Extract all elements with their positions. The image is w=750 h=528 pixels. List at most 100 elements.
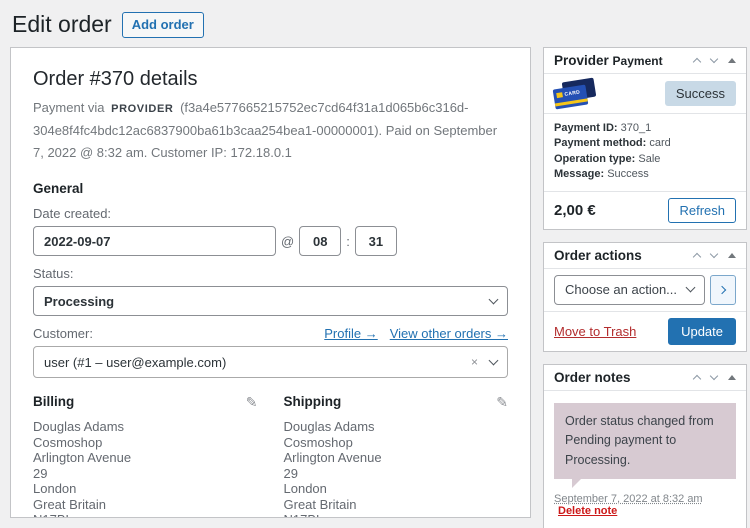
move-up-icon[interactable] [693, 375, 701, 383]
panel-handle-actions [694, 251, 736, 260]
customer-links: Profile → View other orders → [324, 326, 508, 341]
hour-input[interactable] [299, 226, 341, 256]
panel-handle-actions [694, 56, 736, 65]
order-note: Order status changed from Pending paymen… [554, 403, 736, 517]
chevron-right-icon [718, 286, 726, 294]
note-text: Order status changed from Pending paymen… [554, 403, 736, 479]
edit-billing-icon[interactable]: ✎ [246, 395, 258, 409]
shipping-section: Shipping ✎ Douglas Adams Cosmoshop Arlin… [284, 394, 509, 518]
payment-via-text: Payment via PROVIDER (f3a4e577665215752e… [33, 97, 508, 165]
payment-via-prefix: Payment via [33, 100, 105, 115]
page-title: Edit order [12, 10, 112, 40]
status-selected-value: Processing [44, 294, 114, 309]
payment-details: Payment ID: 370_1 Payment method: card O… [544, 114, 746, 191]
move-up-icon[interactable] [693, 58, 701, 66]
move-down-icon[interactable] [710, 372, 718, 380]
payment-status-badge: Success [665, 81, 736, 106]
clear-customer-icon[interactable]: × [471, 355, 478, 369]
status-select[interactable]: Processing [33, 286, 508, 316]
content-layout: Order #370 details Payment via PROVIDER … [10, 47, 750, 528]
date-created-label: Date created: [33, 206, 508, 221]
move-down-icon[interactable] [710, 55, 718, 63]
payment-panel-title: Provider Payment [554, 53, 663, 68]
toggle-panel-icon[interactable] [728, 375, 736, 380]
shipping-header: Shipping ✎ [284, 394, 509, 409]
payment-panel-header: Provider Payment [544, 48, 746, 74]
order-actions-panel: Order actions Choose an action... Move [543, 242, 747, 352]
billing-section: Billing ✎ Douglas Adams Cosmoshop Arling… [33, 394, 258, 518]
at-symbol: @ [281, 234, 294, 249]
order-notes-panel: Order notes Order status changed from Pe… [543, 364, 747, 528]
action-select-row: Choose an action... [544, 269, 746, 311]
order-notes-header: Order notes [544, 365, 746, 391]
minute-input[interactable] [355, 226, 397, 256]
order-actions-header: Order actions [544, 243, 746, 269]
profile-link[interactable]: Profile → [324, 326, 377, 341]
order-notes-title: Order notes [554, 370, 631, 385]
address-line: Douglas Adams [33, 419, 258, 435]
addresses-section: Billing ✎ Douglas Adams Cosmoshop Arling… [33, 394, 508, 518]
order-action-select[interactable]: Choose an action... [554, 275, 705, 305]
view-other-orders-link[interactable]: View other orders → [390, 326, 508, 341]
credit-card-icon: CARD [554, 80, 598, 107]
address-line: 29 [284, 466, 509, 482]
delete-note-link[interactable]: Delete note [558, 505, 617, 517]
address-line: Great Britain [33, 497, 258, 513]
address-line: Great Britain [284, 497, 509, 513]
order-details-panel: Order #370 details Payment via PROVIDER … [10, 47, 531, 518]
update-button[interactable]: Update [668, 318, 736, 345]
address-line: London [33, 481, 258, 497]
billing-heading: Billing [33, 394, 74, 409]
payment-total-row: 2,00 € Refresh [544, 192, 746, 229]
message-line: Message: Success [554, 167, 736, 183]
address-line: London [284, 481, 509, 497]
address-line: Arlington Avenue [284, 450, 509, 466]
card-chip-icon [556, 92, 563, 98]
customer-selected-value: user (#1 – user@example.com) [44, 355, 471, 370]
toggle-panel-icon[interactable] [728, 253, 736, 258]
payment-panel-title-sub: Payment [613, 54, 663, 68]
address-line: N17BL [284, 512, 509, 518]
address-line: 29 [33, 466, 258, 482]
payment-provider-panel: Provider Payment CARD [543, 47, 747, 230]
run-action-button[interactable] [710, 275, 736, 305]
toggle-panel-icon[interactable] [728, 58, 736, 63]
shipping-heading: Shipping [284, 394, 342, 409]
time-separator: : [346, 234, 350, 249]
panel-handle-actions [694, 373, 736, 382]
card-icon-text: CARD [564, 89, 580, 97]
add-order-button[interactable]: Add order [122, 12, 204, 38]
address-line: Arlington Avenue [33, 450, 258, 466]
address-line: Douglas Adams [284, 419, 509, 435]
operation-type-line: Operation type: Sale [554, 152, 736, 168]
note-meta: September 7, 2022 at 8:32 am Delete note [554, 493, 736, 517]
payment-provider-name: PROVIDER [111, 103, 173, 115]
customer-label: Customer: [33, 326, 93, 341]
note-date-link[interactable]: September 7, 2022 at 8:32 am [554, 493, 703, 505]
customer-select[interactable]: user (#1 – user@example.com) × [33, 346, 508, 378]
edit-shipping-icon[interactable]: ✎ [496, 395, 508, 409]
order-notes-list: Order status changed from Pending paymen… [544, 391, 746, 528]
status-label: Status: [33, 266, 508, 281]
date-created-row: @ : [33, 226, 508, 256]
chevron-down-icon [686, 283, 696, 293]
chevron-down-icon [489, 294, 499, 304]
order-actions-footer: Move to Trash Update [544, 312, 746, 351]
order-heading: Order #370 details [33, 68, 508, 91]
page-header: Edit order Add order [10, 10, 750, 40]
chevron-down-icon [489, 355, 499, 365]
sidebar: Provider Payment CARD [543, 47, 747, 528]
move-up-icon[interactable] [693, 253, 701, 261]
customer-row: Customer: Profile → View other orders → [33, 326, 508, 341]
order-action-selected-value: Choose an action... [565, 282, 677, 297]
payment-method-line: Payment method: card [554, 136, 736, 152]
refresh-button[interactable]: Refresh [668, 198, 736, 223]
address-line: N17BL [33, 512, 258, 518]
move-down-icon[interactable] [710, 250, 718, 258]
date-created-input[interactable] [33, 226, 276, 256]
address-line: Cosmoshop [33, 435, 258, 451]
payment-card-row: CARD Success [544, 74, 746, 113]
billing-header: Billing ✎ [33, 394, 258, 409]
move-to-trash-link[interactable]: Move to Trash [554, 324, 636, 339]
general-heading: General [33, 181, 508, 196]
